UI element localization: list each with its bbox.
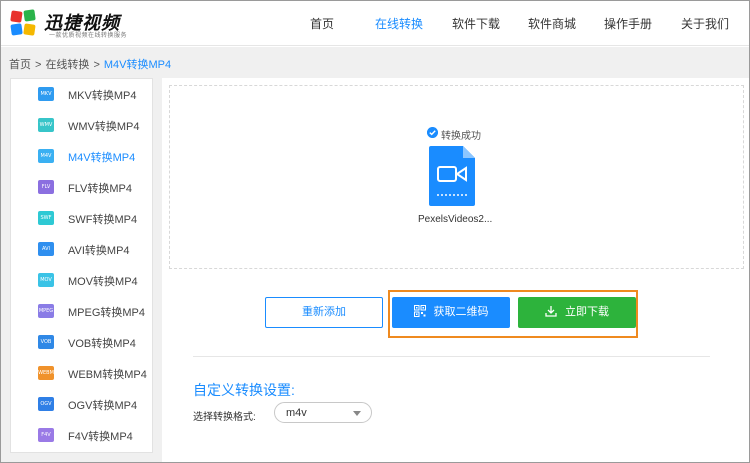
qr-code-icon [413,305,426,318]
sidebar-item-label: WEBM转换MP4 [68,369,147,381]
sidebar-item-vob[interactable]: VOB VOB转换MP4 [11,327,152,358]
status-text: 转换成功 [441,131,481,142]
sidebar-item-label: OGV转换MP4 [68,400,138,412]
breadcrumb: 首页 > 在线转换 > M4V转换MP4 [9,56,171,72]
sidebar-item-mpeg[interactable]: MPEG MPEG转换MP4 [11,296,152,327]
breadcrumb-separator: > [35,59,42,71]
sidebar-item-label: MKV转换MP4 [68,90,137,102]
m4v-file-icon: M4V [38,149,54,163]
sidebar-item-flv[interactable]: FLV FLV转换MP4 [11,172,152,203]
webm-file-icon: WEBM [38,366,54,380]
sidebar-item-m4v[interactable]: M4V M4V转换MP4 [11,141,152,172]
sidebar-item-swf[interactable]: SWF SWF转换MP4 [11,203,152,234]
sidebar-item-label: MOV转换MP4 [68,276,138,288]
vob-file-icon: VOB [38,335,54,349]
nav-about[interactable]: 关于我们 [681,15,729,32]
sidebar-item-mkv[interactable]: MKV MKV转换MP4 [11,79,152,110]
download-icon [545,306,557,317]
main-panel: 转换成功 PexelsVideos2... 重新添加 获取二维码 立即下载 自定… [162,78,749,462]
nav-online-convert[interactable]: 在线转换 [375,15,423,32]
sidebar-item-label: F4V转换MP4 [68,431,133,443]
sidebar-item-ogv[interactable]: OGV OGV转换MP4 [11,389,152,420]
f4v-file-icon: F4V [38,428,54,442]
avi-file-icon: AVI [38,242,54,256]
header: 迅捷视频 一款优质视频在线转换服务 首页 在线转换 软件下载 软件商城 操作手册… [1,1,749,46]
get-qr-code-button[interactable]: 获取二维码 [392,297,510,328]
chevron-down-icon [353,411,361,416]
settings-title: 自定义转换设置: [193,382,295,398]
sidebar-item-f4v[interactable]: F4V F4V转换MP4 [11,420,152,451]
breadcrumb-current: M4V转换MP4 [103,59,172,71]
sidebar-item-avi[interactable]: AVI AVI转换MP4 [11,234,152,265]
format-label: 选择转换格式: [193,412,256,423]
nav-software-download[interactable]: 软件下载 [452,15,500,32]
upload-dropzone[interactable]: 转换成功 PexelsVideos2... [169,85,744,269]
swf-file-icon: SWF [38,211,54,225]
breadcrumb-home[interactable]: 首页 [9,59,31,71]
mkv-file-icon: MKV [38,87,54,101]
re-add-button[interactable]: 重新添加 [265,297,383,328]
section-divider [193,356,710,357]
sidebar-item-webm[interactable]: WEBM WEBM转换MP4 [11,358,152,389]
ogv-file-icon: OGV [38,397,54,411]
sidebar-item-label: WMV转换MP4 [68,121,140,133]
format-select-value: m4v [286,407,307,419]
sidebar-item-wmv[interactable]: WMV WMV转换MP4 [11,110,152,141]
sidebar: MKV MKV转换MP4 WMV WMV转换MP4 M4V M4V转换MP4 F… [10,78,153,453]
sidebar-item-label: AVI转换MP4 [68,245,130,257]
video-file-icon[interactable] [429,146,475,206]
sidebar-item-label: MPEG转换MP4 [68,307,146,319]
logo[interactable]: 迅捷视频 一款优质视频在线转换服务 [9,6,149,42]
logo-icon [10,9,36,36]
breadcrumb-section[interactable]: 在线转换 [45,59,89,71]
get-qr-code-label: 获取二维码 [433,306,489,318]
nav-manual[interactable]: 操作手册 [604,15,652,32]
sidebar-item-label: SWF转换MP4 [68,214,138,226]
download-now-button[interactable]: 立即下载 [518,297,636,328]
sidebar-item-mov[interactable]: MOV MOV转换MP4 [11,265,152,296]
breadcrumb-separator: > [93,59,100,71]
nav-software-store[interactable]: 软件商城 [528,15,576,32]
flv-file-icon: FLV [38,180,54,194]
sidebar-item-label: M4V转换MP4 [68,152,136,164]
check-circle-icon [427,127,438,138]
format-select[interactable]: m4v [274,402,372,423]
sidebar-item-label: FLV转换MP4 [68,183,132,195]
nav-home[interactable]: 首页 [310,15,334,32]
brand-slogan: 一款优质视频在线转换服务 [49,33,128,39]
wmv-file-icon: WMV [38,118,54,132]
sidebar-item-label: VOB转换MP4 [68,338,136,350]
download-now-label: 立即下载 [565,306,609,318]
mov-file-icon: MOV [38,273,54,287]
file-name: PexelsVideos2... [418,214,493,225]
mpeg-file-icon: MPEG [38,304,54,318]
page-body: 首页 > 在线转换 > M4V转换MP4 MKV MKV转换MP4 WMV WMV转换M… [1,47,749,462]
